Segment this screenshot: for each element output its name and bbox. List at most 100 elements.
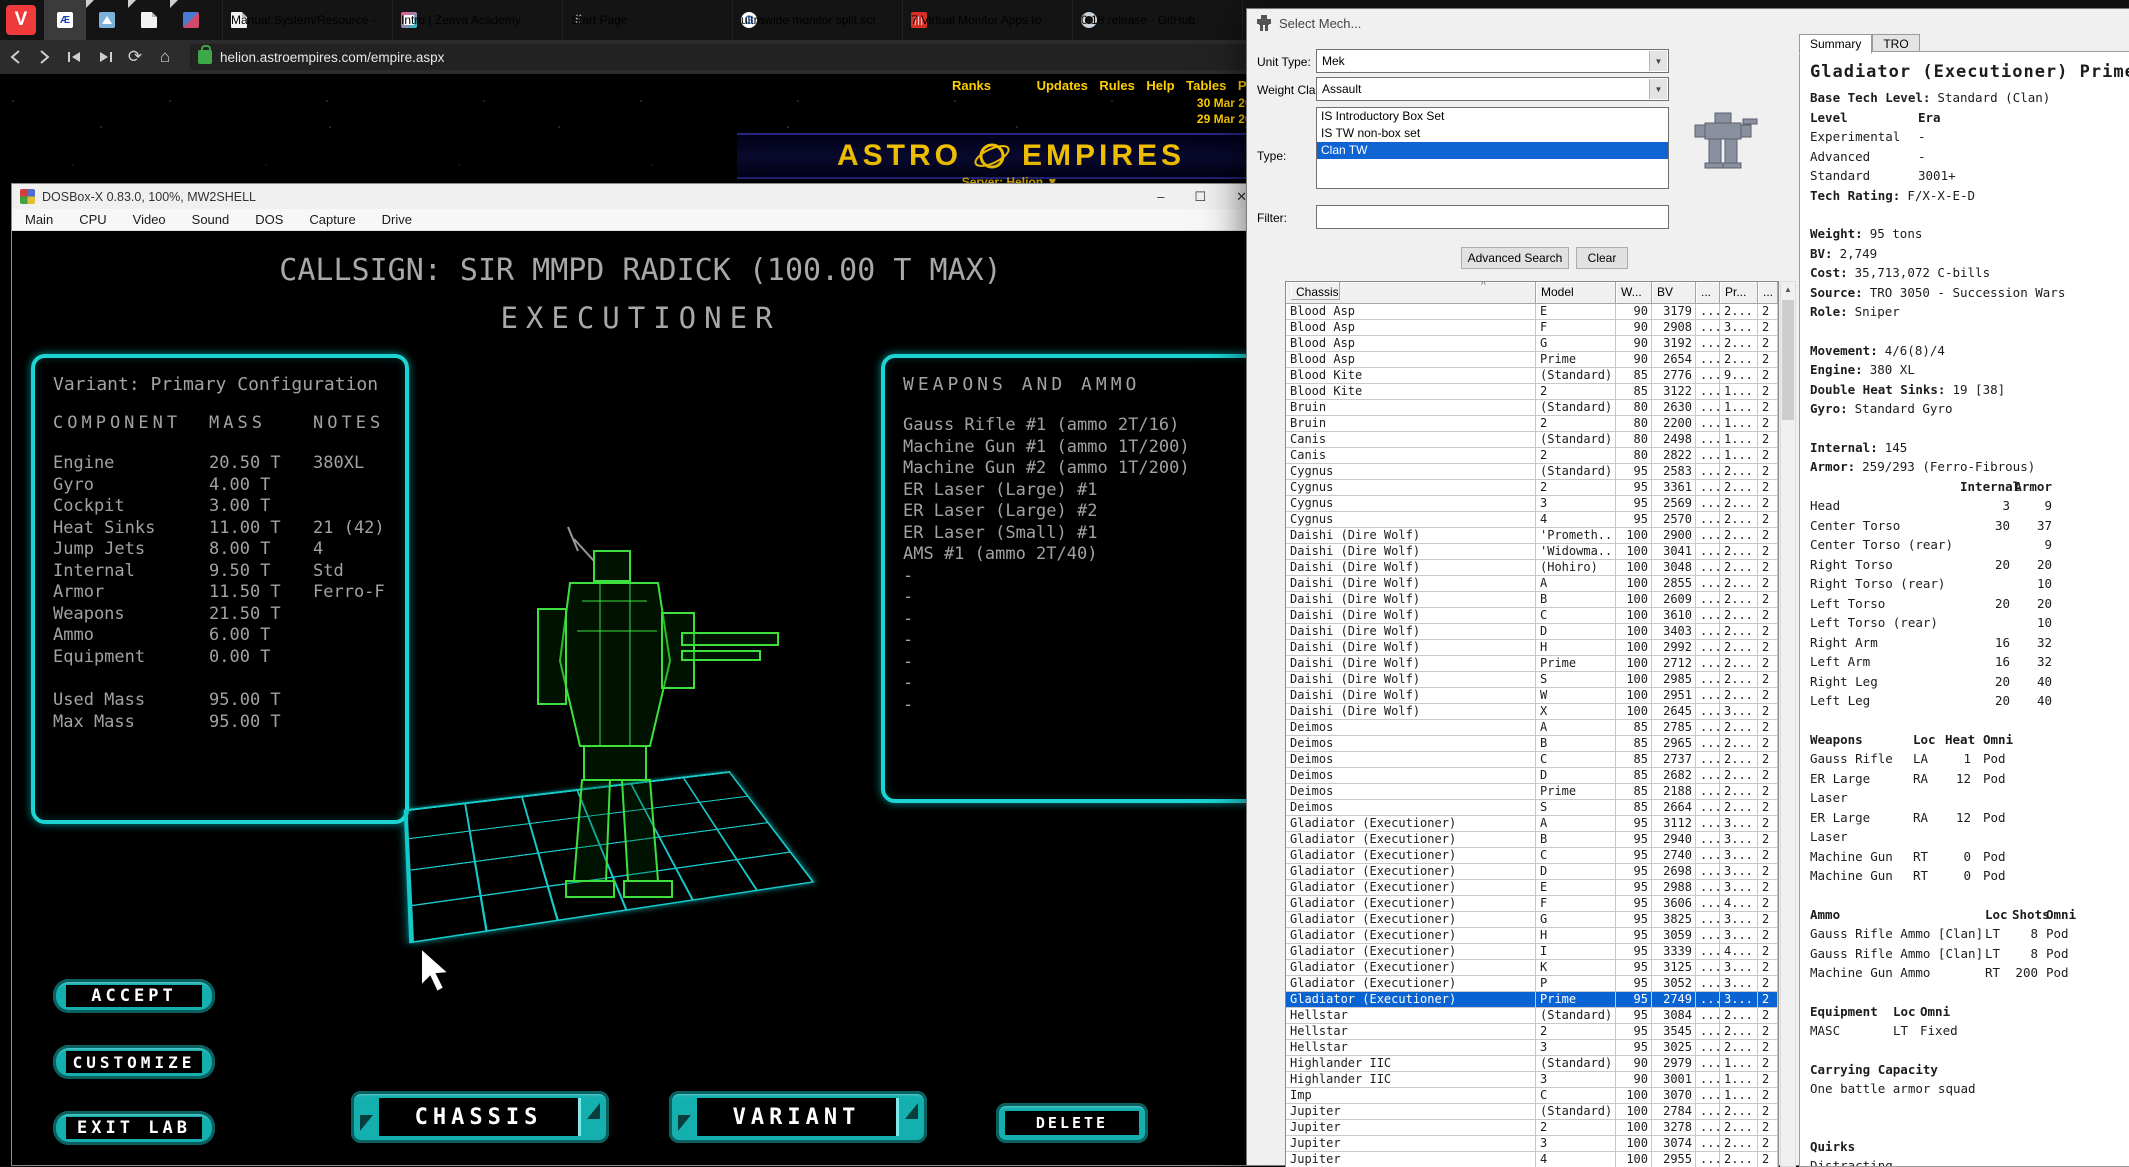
rewind-icon[interactable]: [60, 51, 90, 63]
chevron-down-icon[interactable]: ▼: [1649, 79, 1667, 99]
table-row[interactable]: Blood Kite (Standard) 85 2776 ... 9... 2: [1286, 368, 1778, 384]
chassis-selector-button[interactable]: CHASSIS: [351, 1091, 609, 1143]
browser-tab[interactable]: Intro | Zenva Academy: [392, 0, 562, 40]
dosbox-title-bar[interactable]: DOSBox-X 0.83.0, 100%, MW2SHELL – ☐ ✕: [12, 184, 1269, 209]
maximize-icon[interactable]: ☐: [1194, 189, 1206, 205]
table-row[interactable]: Highlander IIC (Standard) 90 2979 ... 1.…: [1286, 1056, 1778, 1072]
table-row[interactable]: Blood Asp E 90 3179 ... 2... 2: [1286, 304, 1778, 320]
customize-button[interactable]: CUSTOMIZE: [53, 1045, 215, 1079]
table-row[interactable]: Hellstar 3 95 3025 ... 2... 2: [1286, 1040, 1778, 1056]
astro-link[interactable]: -: [1226, 78, 1238, 93]
table-row[interactable]: Gladiator (Executioner) G 95 3825 ... 3.…: [1286, 912, 1778, 928]
scrollbar-thumb[interactable]: [1782, 300, 1794, 420]
table-row[interactable]: Gladiator (Executioner) B 95 2940 ... 3.…: [1286, 832, 1778, 848]
table-row[interactable]: Cygnus (Standard) 95 2583 ... 2... 2: [1286, 464, 1778, 480]
table-row[interactable]: Gladiator (Executioner) F 95 3606 ... 4.…: [1286, 896, 1778, 912]
table-row[interactable]: Daishi (Dire Wolf) 'Widowma... 100 3041 …: [1286, 544, 1778, 560]
astro-link[interactable]: -: [1135, 78, 1147, 93]
table-row[interactable]: Jupiter 4 100 2955 ... 2... 2: [1286, 1152, 1778, 1167]
table-row[interactable]: Blood Asp G 90 3192 ... 2... 2: [1286, 336, 1778, 352]
table-row[interactable]: Gladiator (Executioner) H 95 3059 ... 3.…: [1286, 928, 1778, 944]
table-row[interactable]: Gladiator (Executioner) K 95 3125 ... 3.…: [1286, 960, 1778, 976]
menu-item[interactable]: Capture: [296, 212, 368, 227]
tab-summary[interactable]: Summary: [1799, 34, 1872, 54]
advanced-search-button[interactable]: Advanced Search: [1461, 247, 1569, 269]
table-row[interactable]: Highlander IIC 3 90 3001 ... 1... 2: [1286, 1072, 1778, 1088]
menu-item[interactable]: Main: [12, 212, 66, 227]
table-row[interactable]: Gladiator (Executioner) E 95 2988 ... 3.…: [1286, 880, 1778, 896]
pinned-tab[interactable]: [128, 0, 170, 40]
menu-item[interactable]: DOS: [242, 212, 296, 227]
table-row[interactable]: Jupiter 2 100 3278 ... 2... 2: [1286, 1120, 1778, 1136]
table-row[interactable]: Deimos A 85 2785 ... 2... 2: [1286, 720, 1778, 736]
url-text[interactable]: helion.astroempires.com/empire.aspx: [220, 50, 444, 65]
table-row[interactable]: Deimos C 85 2737 ... 2... 2: [1286, 752, 1778, 768]
table-row[interactable]: Daishi (Dire Wolf) 'Prometh... 100 2900 …: [1286, 528, 1778, 544]
table-row[interactable]: Gladiator (Executioner) C 95 2740 ... 3.…: [1286, 848, 1778, 864]
variant-next-icon[interactable]: [905, 1103, 918, 1119]
table-row[interactable]: Daishi (Dire Wolf) D 100 3403 ... 2... 2: [1286, 624, 1778, 640]
table-row[interactable]: Deimos Prime 85 2188 ... 2... 2: [1286, 784, 1778, 800]
type-option[interactable]: IS TW non-box set: [1317, 125, 1668, 142]
filter-input[interactable]: [1316, 205, 1669, 229]
pinned-tab[interactable]: Æ: [44, 0, 86, 40]
vivaldi-menu-button[interactable]: V: [6, 5, 36, 35]
table-row[interactable]: Daishi (Dire Wolf) (Hohiro) 100 3048 ...…: [1286, 560, 1778, 576]
unit-type-select[interactable]: Mek ▼: [1316, 49, 1669, 73]
browser-tab[interactable]: G ultrawide monitor split scr: [732, 0, 902, 40]
scroll-up-icon[interactable]: ▲: [1781, 282, 1795, 298]
astro-link[interactable]: Help: [1146, 78, 1174, 93]
table-row[interactable]: Deimos D 85 2682 ... 2... 2: [1286, 768, 1778, 784]
menu-item[interactable]: Drive: [369, 212, 425, 227]
dialog-title-bar[interactable]: Select Mech...: [1247, 9, 2129, 37]
type-option[interactable]: IS Introductory Box Set: [1317, 108, 1668, 125]
browser-tab[interactable]: 0.18 release · GitHub: [1072, 0, 1242, 40]
browser-tab[interactable]: ⠿ Start Page: [562, 0, 732, 40]
astro-link[interactable]: Tables: [1186, 78, 1226, 93]
astro-link[interactable]: -: [1025, 78, 1037, 93]
table-row[interactable]: Gladiator (Executioner) A 95 3112 ... 3.…: [1286, 816, 1778, 832]
table-row[interactable]: Blood Asp F 90 2908 ... 3... 2: [1286, 320, 1778, 336]
astro-link[interactable]: -: [1175, 78, 1187, 93]
table-row[interactable]: Canis 2 80 2822 ... 1... 2: [1286, 448, 1778, 464]
astro-link[interactable]: (127): [991, 78, 1025, 93]
variant-selector-button[interactable]: VARIANT: [669, 1091, 927, 1143]
table-row[interactable]: Blood Kite 2 85 3122 ... 1... 2: [1286, 384, 1778, 400]
variant-prev-icon[interactable]: [678, 1115, 691, 1131]
table-row[interactable]: Daishi (Dire Wolf) X 100 2645 ... 3... 2: [1286, 704, 1778, 720]
menu-item[interactable]: Video: [120, 212, 179, 227]
weight-class-select[interactable]: Assault ▼: [1316, 77, 1669, 101]
chassis-prev-icon[interactable]: [360, 1115, 373, 1131]
fast-forward-icon[interactable]: [90, 51, 120, 63]
table-row[interactable]: Daishi (Dire Wolf) A 100 2855 ... 2... 2: [1286, 576, 1778, 592]
table-row[interactable]: Daishi (Dire Wolf) W 100 2951 ... 2... 2: [1286, 688, 1778, 704]
type-option[interactable]: Clan TW: [1317, 142, 1668, 159]
table-row[interactable]: Daishi (Dire Wolf) H 100 2992 ... 2... 2: [1286, 640, 1778, 656]
pinned-tab[interactable]: [170, 0, 212, 40]
table-row[interactable]: Bruin 2 80 2200 ... 1... 2: [1286, 416, 1778, 432]
table-row[interactable]: Gladiator (Executioner) Prime 95 2749 ..…: [1286, 992, 1778, 1008]
table-row[interactable]: Jupiter 3 100 3074 ... 2... 2: [1286, 1136, 1778, 1152]
back-icon[interactable]: [0, 50, 30, 64]
table-row[interactable]: Cygnus 3 95 2569 ... 2... 2: [1286, 496, 1778, 512]
table-row[interactable]: Hellstar 2 95 3545 ... 2... 2: [1286, 1024, 1778, 1040]
chevron-down-icon[interactable]: ▼: [1649, 51, 1667, 71]
astro-link[interactable]: Rules: [1099, 78, 1134, 93]
table-row[interactable]: Imp C 100 3070 ... 1... 2: [1286, 1088, 1778, 1104]
accept-button[interactable]: ACCEPT: [53, 979, 215, 1013]
table-row[interactable]: Gladiator (Executioner) I 95 3339 ... 4.…: [1286, 944, 1778, 960]
table-row[interactable]: Daishi (Dire Wolf) S 100 2985 ... 2... 2: [1286, 672, 1778, 688]
table-row[interactable]: Daishi (Dire Wolf) C 100 3610 ... 2... 2: [1286, 608, 1778, 624]
pinned-tab[interactable]: [86, 0, 128, 40]
table-row[interactable]: Daishi (Dire Wolf) B 100 2609 ... 2... 2: [1286, 592, 1778, 608]
clear-button[interactable]: Clear: [1576, 247, 1628, 269]
astro-link[interactable]: Updates: [1037, 78, 1088, 93]
table-row[interactable]: Daishi (Dire Wolf) Prime 100 2712 ... 2.…: [1286, 656, 1778, 672]
browser-tab[interactable]: Manual:System/Resource -: [222, 0, 392, 40]
delete-button[interactable]: DELETE: [996, 1103, 1148, 1143]
menu-item[interactable]: CPU: [66, 212, 119, 227]
chassis-next-icon[interactable]: [587, 1103, 600, 1119]
menu-item[interactable]: Sound: [179, 212, 243, 227]
table-row[interactable]: Jupiter (Standard) 100 2784 ... 2... 2: [1286, 1104, 1778, 1120]
table-row[interactable]: Cygnus 4 95 2570 ... 2... 2: [1286, 512, 1778, 528]
